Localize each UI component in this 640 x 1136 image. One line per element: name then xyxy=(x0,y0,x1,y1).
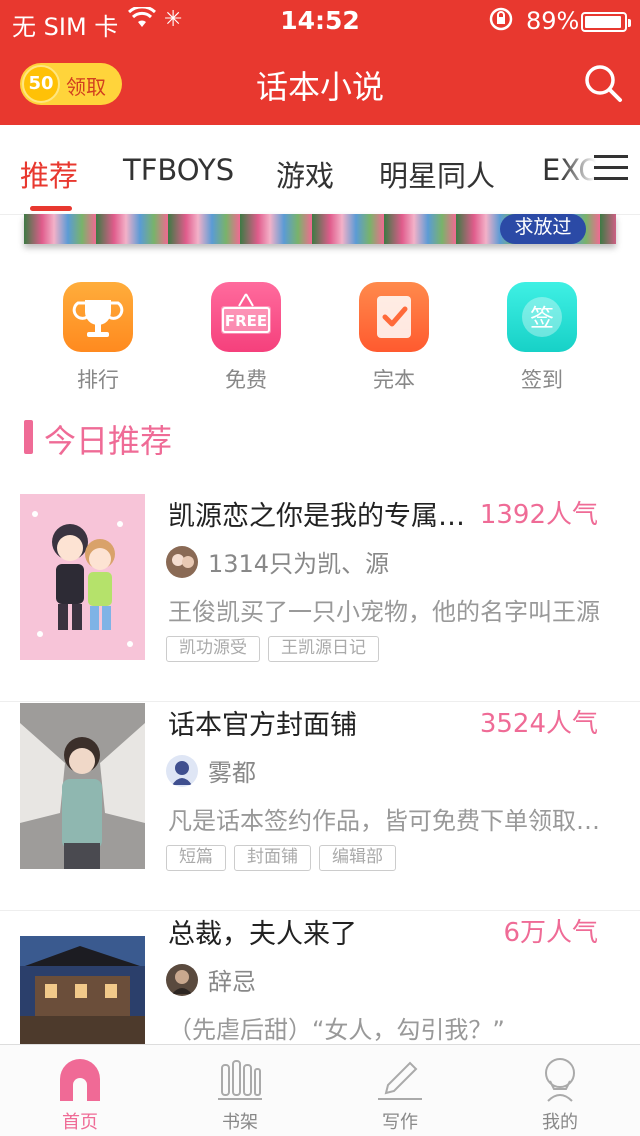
pen-icon xyxy=(376,1055,424,1103)
tabbar-home[interactable]: 首页 xyxy=(0,1045,160,1136)
rank-entry[interactable]: 排行 xyxy=(63,282,133,392)
book-title[interactable]: 凯源恋之你是我的专属宠物 xyxy=(168,494,468,533)
tab-tfboys[interactable]: TFBOYS xyxy=(123,153,234,187)
tabbar-write[interactable]: 写作 xyxy=(320,1045,480,1136)
promo-banner[interactable]: 求放过 xyxy=(24,214,616,244)
book-popularity: 1392人气 xyxy=(479,500,598,530)
battery-percentage: 89% xyxy=(526,7,580,35)
checklist-icon xyxy=(359,282,429,352)
tab-games[interactable]: 游戏 xyxy=(276,153,334,195)
book-tag[interactable]: 王凯源日记 xyxy=(268,636,379,662)
book-tags: 短篇 封面铺 编辑部 xyxy=(166,845,404,871)
profile-icon xyxy=(536,1055,584,1103)
battery-icon xyxy=(581,12,631,32)
bottom-tab-bar: 首页 书架 写作 我的 xyxy=(0,1044,640,1136)
menu-icon[interactable] xyxy=(594,153,628,183)
tab-recommended[interactable]: 推荐 xyxy=(20,153,78,195)
tabbar-me-label: 我的 xyxy=(542,1112,578,1133)
book-description: 王俊凯买了一只小宠物，他的名字叫王源 xyxy=(168,598,600,626)
book-author: 1314只为凯、源 xyxy=(208,550,390,578)
orientation-lock-icon xyxy=(488,6,514,38)
bookshelf-icon xyxy=(216,1055,264,1103)
book-description: （先虐后甜）“女人，勾引我？” xyxy=(168,1016,505,1044)
book-title[interactable]: 总裁，夫人来了 xyxy=(168,912,468,951)
book-item[interactable]: 凯源恋之你是我的专属宠物 1392人气 1314只为凯、源 王俊凯买了一只小宠物… xyxy=(0,494,640,702)
book-cover xyxy=(20,494,145,660)
book-cover xyxy=(20,936,145,1044)
tabbar-bookshelf-label: 书架 xyxy=(222,1112,258,1133)
completed-entry[interactable]: 完本 xyxy=(359,282,429,392)
book-tag[interactable]: 凯功源受 xyxy=(166,636,260,662)
section-title: 今日推荐 xyxy=(44,422,173,460)
sign-in-label: 签到 xyxy=(521,368,563,392)
trophy-icon xyxy=(63,282,133,352)
completed-label: 完本 xyxy=(373,368,415,392)
category-tabs: 推荐 TFBOYS 游戏 明星同人 EXO xyxy=(0,125,640,215)
tab-celebrity-fanfic[interactable]: 明星同人 xyxy=(379,153,495,195)
book-popularity: 3524人气 xyxy=(479,709,598,739)
book-item[interactable]: 话本官方封面铺 3524人气 雾都 凡是话本签约作品，皆可免费下单领取封面 短篇… xyxy=(0,703,640,911)
author-avatar xyxy=(166,546,198,578)
book-cover xyxy=(20,703,145,869)
tabbar-bookshelf[interactable]: 书架 xyxy=(160,1045,320,1136)
free-sign-text: FREE xyxy=(225,312,267,330)
book-tags: 凯功源受 王凯源日记 xyxy=(166,636,387,662)
sign-in-entry[interactable]: 签 签到 xyxy=(507,282,577,392)
sign-in-icon: 签 xyxy=(507,282,577,352)
free-sign-icon: FREE xyxy=(211,282,281,352)
status-bar: 无 SIM 卡 ✳ 14:52 89% xyxy=(0,0,640,42)
book-tag[interactable]: 短篇 xyxy=(166,845,226,871)
tabbar-home-label: 首页 xyxy=(62,1112,98,1133)
home-icon xyxy=(56,1055,104,1103)
author-avatar xyxy=(166,755,198,787)
free-entry[interactable]: FREE 免费 xyxy=(211,282,281,392)
app-title: 话本小说 xyxy=(255,68,384,106)
sign-in-glyph: 签 xyxy=(530,304,554,332)
header-bar: 无 SIM 卡 ✳ 14:52 89% 50 领取 话本小说 xyxy=(0,0,640,125)
author-avatar xyxy=(166,964,198,996)
banner-badge: 求放过 xyxy=(500,214,586,244)
tabbar-me[interactable]: 我的 xyxy=(480,1045,640,1136)
section-marker xyxy=(24,420,33,454)
book-popularity: 6万人气 xyxy=(503,918,598,948)
rank-label: 排行 xyxy=(77,368,119,392)
active-tab-indicator xyxy=(30,206,72,211)
book-author: 辞忌 xyxy=(208,968,256,996)
book-tag[interactable]: 编辑部 xyxy=(319,845,396,871)
book-description: 凡是话本签约作品，皆可免费下单领取封面 xyxy=(168,807,618,835)
tabbar-write-label: 写作 xyxy=(382,1112,418,1133)
book-tag[interactable]: 封面铺 xyxy=(234,845,311,871)
free-label: 免费 xyxy=(225,368,267,392)
search-icon[interactable] xyxy=(582,62,624,104)
book-author: 雾都 xyxy=(208,759,256,787)
book-title[interactable]: 话本官方封面铺 xyxy=(168,703,468,742)
